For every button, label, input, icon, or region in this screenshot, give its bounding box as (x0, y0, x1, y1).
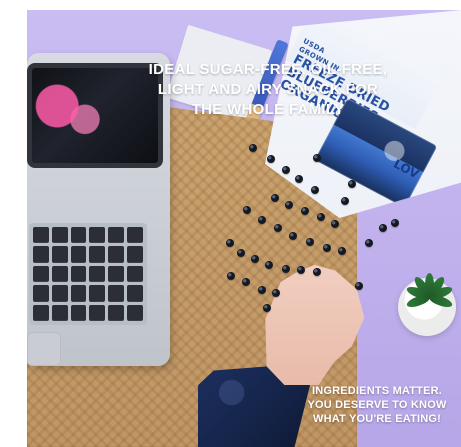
keyboard-key (70, 265, 87, 283)
headline-line-2: LIGHT AND AIRY SNACK FOR (157, 80, 379, 98)
keyboard-key (51, 227, 68, 244)
keyboard-key (89, 265, 106, 283)
photo-stage: USDA GROWN IN FREEZE DRIED BLUEBERRIES O… (0, 0, 461, 447)
footer-line-1: INGREDIENTS MATTER. (311, 385, 443, 397)
keyboard-key (108, 304, 125, 321)
keyboard-key (33, 246, 49, 263)
product-lifestyle-photo: USDA GROWN IN FREEZE DRIED BLUEBERRIES O… (27, 10, 461, 447)
succulent-plant (403, 265, 457, 317)
blueberry (391, 219, 399, 227)
keyboard-key (70, 246, 87, 263)
keyboard-key (127, 304, 143, 321)
headline-line-3: THE WHOLE FAMILY (191, 100, 345, 118)
keyboard-key (51, 265, 68, 283)
keyboard-key (108, 246, 125, 263)
blueberry (365, 239, 373, 247)
keyboard-key (89, 285, 106, 302)
keyboard-key (127, 227, 143, 244)
keyboard-key (127, 246, 143, 263)
keyboard-key (108, 285, 125, 302)
keyboard-key (70, 285, 87, 302)
keyboard-key (70, 304, 87, 321)
keyboard-key (33, 304, 49, 321)
blueberry (379, 224, 387, 232)
keyboard-key (51, 304, 68, 321)
keyboard-key (33, 285, 49, 302)
keyboard-key (33, 227, 49, 244)
keyboard-key (108, 227, 125, 244)
keyboard-key (89, 246, 106, 263)
plant-leaf (405, 292, 432, 310)
footer-message: INGREDIENTS MATTER. YOU DESERVE TO KNOW … (301, 384, 453, 426)
headline-overlay: IDEAL SUGAR-FREE, OIL-FREE, LIGHT AND AI… (132, 60, 404, 119)
keyboard-key (51, 285, 68, 302)
keyboard-key (108, 265, 125, 283)
footer-line-2: YOU DESERVE TO KNOW (307, 399, 447, 412)
laptop-keyboard (29, 223, 147, 325)
keyboard-key (33, 265, 49, 283)
keyboard-key (127, 265, 143, 283)
keyboard-key (89, 227, 106, 244)
keyboard-key (51, 246, 68, 263)
footer-line-3: WHAT YOU'RE EATING! (312, 413, 442, 426)
keyboard-key (70, 227, 87, 244)
keyboard-key (89, 304, 106, 321)
trackpad (27, 332, 61, 366)
keyboard-key (127, 285, 143, 302)
headline-line-1: IDEAL SUGAR-FREE, OIL-FREE, (148, 61, 388, 78)
